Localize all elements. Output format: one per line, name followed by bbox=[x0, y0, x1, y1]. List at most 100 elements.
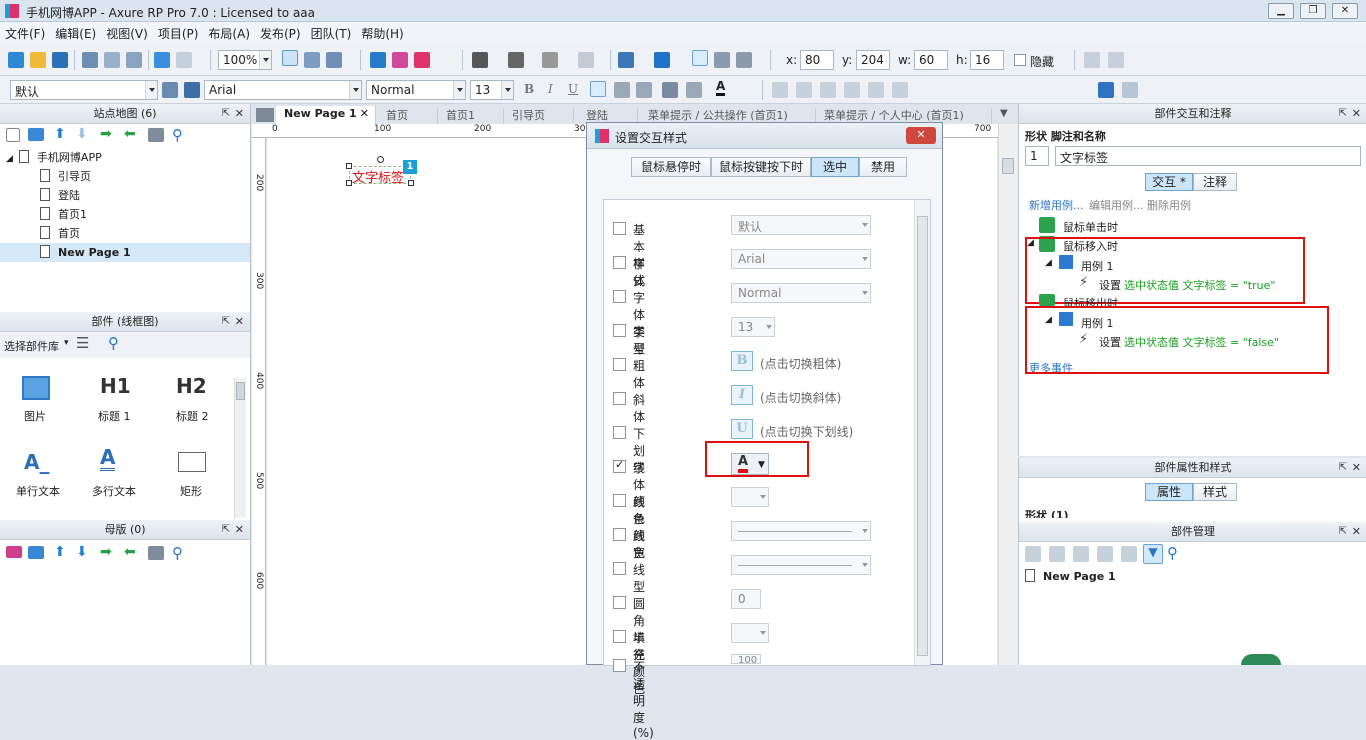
pin-icon[interactable]: ⇱ bbox=[222, 520, 230, 539]
resize-handle[interactable] bbox=[346, 180, 352, 186]
redo-icon[interactable] bbox=[176, 52, 192, 68]
text-label-widget[interactable]: 文字标签 bbox=[349, 166, 411, 186]
line-style-icon[interactable] bbox=[542, 52, 558, 68]
fill-color-icon[interactable] bbox=[618, 52, 634, 68]
text-color-icon[interactable]: A bbox=[716, 79, 726, 96]
checkbox[interactable] bbox=[613, 562, 626, 575]
bold-icon[interactable]: B bbox=[524, 82, 534, 96]
text-field-widget-icon[interactable]: A_ bbox=[24, 450, 49, 474]
tab-new-page-1[interactable]: New Page 1 ✕ bbox=[276, 106, 376, 124]
cut-icon[interactable] bbox=[82, 52, 98, 68]
align-middle-icon[interactable] bbox=[714, 52, 730, 68]
library-select[interactable]: 选择部件库 bbox=[4, 338, 59, 354]
close-icon[interactable]: ✕ bbox=[235, 520, 244, 539]
tab-mouse-down[interactable]: 鼠标按键按下时 bbox=[711, 157, 811, 177]
delete-master-icon[interactable] bbox=[148, 546, 164, 560]
copy-icon[interactable] bbox=[1049, 546, 1065, 562]
close-icon[interactable]: ✕ bbox=[1352, 104, 1361, 123]
close-window-button[interactable]: ✕ bbox=[1332, 3, 1358, 19]
tree-page-home[interactable]: 首页 bbox=[40, 224, 80, 243]
checkbox[interactable] bbox=[613, 596, 626, 609]
indent-icon[interactable]: ➡ bbox=[100, 545, 116, 562]
align-right-icon[interactable] bbox=[636, 82, 652, 98]
shape-name-input[interactable]: 文字标签 bbox=[1055, 146, 1361, 166]
checkbox[interactable] bbox=[613, 392, 626, 405]
resize-handle[interactable] bbox=[408, 180, 414, 186]
arrange-middle-icon[interactable] bbox=[868, 82, 884, 98]
font-size-select[interactable]: 13 bbox=[470, 80, 514, 100]
arrange-left-icon[interactable] bbox=[772, 82, 788, 98]
h1-widget-icon[interactable]: H1 bbox=[100, 374, 131, 398]
edit-case-link[interactable]: 编辑用例... bbox=[1089, 197, 1144, 213]
font-select[interactable]: Arial bbox=[204, 80, 362, 100]
arrange-center-icon[interactable] bbox=[796, 82, 812, 98]
italic-icon[interactable]: I bbox=[548, 82, 553, 96]
y-input[interactable]: 204 bbox=[856, 50, 890, 70]
minimize-button[interactable]: ▁ bbox=[1268, 3, 1294, 19]
menu-icon[interactable]: ☰ bbox=[76, 334, 89, 352]
paste-icon[interactable] bbox=[126, 52, 142, 68]
indent-icon[interactable]: ➡ bbox=[100, 127, 116, 144]
underline-icon[interactable]: U bbox=[568, 82, 578, 96]
zoom-select[interactable]: 100% bbox=[218, 50, 272, 70]
add-folder-icon[interactable] bbox=[28, 128, 44, 141]
close-icon[interactable]: ✕ bbox=[1352, 458, 1361, 477]
checkbox-checked[interactable] bbox=[613, 458, 626, 473]
search-icon[interactable]: ⚲ bbox=[172, 544, 188, 562]
tab-list-icon[interactable] bbox=[256, 108, 274, 122]
tab-disabled[interactable]: 禁用 bbox=[859, 157, 907, 177]
w-input[interactable]: 60 bbox=[914, 50, 948, 70]
menu-team[interactable]: 团队(T) bbox=[306, 22, 357, 42]
align-top-icon[interactable] bbox=[692, 50, 708, 66]
justify-icon[interactable] bbox=[686, 82, 702, 98]
move-up-icon[interactable]: ⬆ bbox=[54, 545, 70, 562]
lock-icon[interactable] bbox=[1098, 82, 1114, 98]
tab-guide[interactable]: 引导页 bbox=[504, 108, 574, 124]
menu-publish[interactable]: 发布(P) bbox=[255, 22, 306, 42]
tree-page-login[interactable]: 登陆 bbox=[40, 186, 80, 205]
close-icon[interactable]: ✕ bbox=[235, 104, 244, 123]
outdent-icon[interactable]: ⬅ bbox=[124, 127, 140, 144]
rectangle-widget-icon[interactable] bbox=[178, 452, 206, 472]
pin-icon[interactable]: ⇱ bbox=[1339, 104, 1347, 123]
checkbox[interactable] bbox=[613, 358, 626, 371]
unlock-icon[interactable] bbox=[1122, 82, 1138, 98]
undo-icon[interactable] bbox=[154, 52, 170, 68]
checkbox[interactable] bbox=[613, 630, 626, 643]
select-pointer-icon[interactable] bbox=[282, 50, 298, 66]
menu-layout[interactable]: 布局(A) bbox=[203, 22, 255, 42]
menu-project[interactable]: 项目(P) bbox=[153, 22, 204, 42]
pin-icon[interactable]: ⇱ bbox=[1339, 522, 1347, 541]
tab-notes[interactable]: 注释 bbox=[1193, 173, 1237, 191]
save-icon[interactable] bbox=[52, 52, 68, 68]
search-icon[interactable]: ⚲ bbox=[108, 334, 119, 352]
border-style-icon[interactable] bbox=[472, 52, 488, 68]
tree-page-home1[interactable]: 首页1 bbox=[40, 205, 87, 224]
menu-edit[interactable]: 编辑(E) bbox=[50, 22, 101, 42]
open-file-icon[interactable] bbox=[30, 52, 46, 68]
image-widget-icon[interactable] bbox=[22, 376, 50, 400]
publish-icon[interactable] bbox=[414, 52, 430, 68]
move-down-icon[interactable] bbox=[1097, 546, 1113, 562]
crop-icon[interactable] bbox=[326, 52, 342, 68]
align-center-icon[interactable] bbox=[614, 82, 630, 98]
move-up-icon[interactable] bbox=[1073, 546, 1089, 562]
tab-style[interactable]: 样式 bbox=[1193, 483, 1237, 501]
manager-page-item[interactable]: New Page 1 bbox=[1025, 567, 1116, 586]
close-icon[interactable]: ✕ bbox=[1352, 522, 1361, 541]
h2-widget-icon[interactable]: H2 bbox=[176, 374, 207, 398]
tree-page-guide[interactable]: 引导页 bbox=[40, 167, 91, 186]
shape-section-header[interactable]: 形状 (1) bbox=[1025, 510, 1069, 518]
widgets-scrollbar[interactable] bbox=[234, 378, 246, 518]
canvas-label-text[interactable]: 文字标签 bbox=[352, 167, 404, 186]
align-bottom-icon[interactable] bbox=[736, 52, 752, 68]
tab-selected[interactable]: 选中 bbox=[811, 157, 859, 177]
copy-icon[interactable] bbox=[104, 52, 120, 68]
widget-floating-icon[interactable] bbox=[1241, 654, 1281, 665]
ungroup-icon[interactable] bbox=[1108, 52, 1124, 68]
connector-icon[interactable] bbox=[304, 52, 320, 68]
maximize-button[interactable]: ❐ bbox=[1300, 3, 1326, 19]
filter-icon[interactable]: ▼ bbox=[1143, 544, 1163, 564]
dialog-scrollbar[interactable] bbox=[914, 200, 930, 665]
checkbox[interactable] bbox=[613, 426, 626, 439]
